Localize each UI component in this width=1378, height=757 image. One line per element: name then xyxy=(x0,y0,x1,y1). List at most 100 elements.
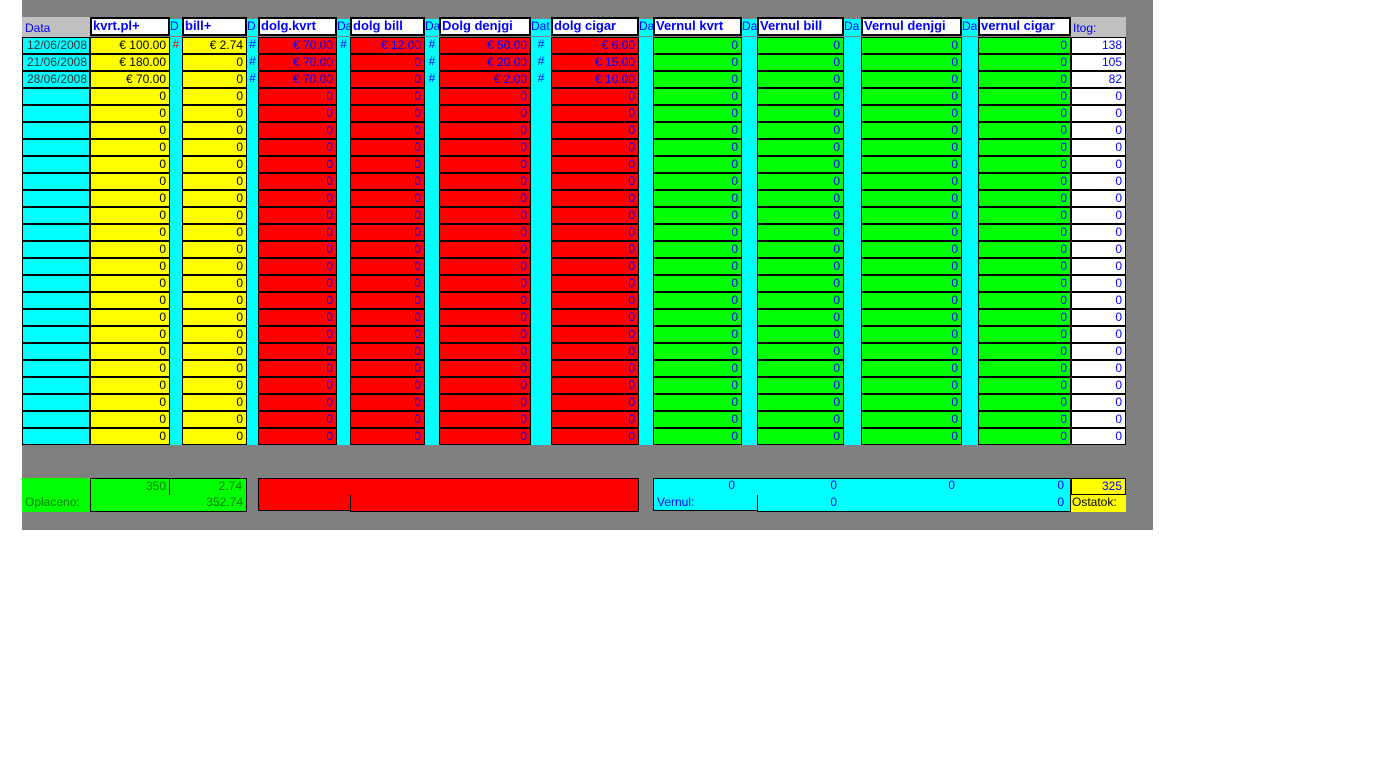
cell-dolg-denjgi[interactable]: 0 xyxy=(439,326,531,343)
cell-itog[interactable]: 0 xyxy=(1071,377,1126,394)
cell-vernul-cigar[interactable]: 0 xyxy=(978,326,1071,343)
cell-d5[interactable] xyxy=(531,88,551,105)
cell-dolg-cigar[interactable]: 0 xyxy=(551,105,639,122)
cell-d8[interactable] xyxy=(844,292,861,309)
cell-d6[interactable] xyxy=(639,292,653,309)
cell-vernul-denjgi[interactable]: 0 xyxy=(861,156,962,173)
cell-d1[interactable] xyxy=(170,343,182,360)
cell-vernul-bill[interactable]: 0 xyxy=(757,122,844,139)
total-vernul-cigar[interactable]: 0 xyxy=(978,478,1067,495)
cell-dolg-bill[interactable]: 0 xyxy=(350,309,425,326)
cell-d3[interactable] xyxy=(337,71,350,88)
cell-d5[interactable] xyxy=(531,377,551,394)
cell-dolg-cigar[interactable]: 0 xyxy=(551,241,639,258)
cell-d4[interactable] xyxy=(425,105,439,122)
cell-date[interactable] xyxy=(22,309,90,326)
cell-d4[interactable] xyxy=(425,139,439,156)
cell-d1[interactable] xyxy=(170,258,182,275)
header-data[interactable]: Data xyxy=(22,17,90,37)
cell-d8[interactable] xyxy=(844,139,861,156)
cell-date[interactable] xyxy=(22,190,90,207)
header-d2[interactable]: D xyxy=(247,19,258,36)
cell-dolg-bill[interactable]: 0 xyxy=(350,207,425,224)
cell-d2[interactable] xyxy=(247,88,258,105)
cell-vernul-cigar[interactable]: 0 xyxy=(978,105,1071,122)
cell-kvrt-pl[interactable]: 0 xyxy=(90,394,170,411)
cell-vernul-kvrt[interactable]: 0 xyxy=(653,173,742,190)
cell-d9[interactable] xyxy=(962,122,978,139)
cell-vernul-cigar[interactable]: 0 xyxy=(978,275,1071,292)
cell-dolg-denjgi[interactable]: € 50.00 xyxy=(439,37,531,54)
header-dolg-bill[interactable]: dolg bill xyxy=(350,17,425,36)
cell-vernul-bill[interactable]: 0 xyxy=(757,411,844,428)
cell-dolg-cigar[interactable]: 0 xyxy=(551,224,639,241)
cell-vernul-bill[interactable]: 0 xyxy=(757,275,844,292)
dolgi-bill-total[interactable]: 222 xyxy=(350,495,425,512)
cell-d9[interactable] xyxy=(962,190,978,207)
cell-itog[interactable]: 105 xyxy=(1071,54,1126,71)
cell-dolg-bill[interactable]: 0 xyxy=(350,343,425,360)
cell-bill[interactable]: 0 xyxy=(182,241,247,258)
cell-vernul-kvrt[interactable]: 0 xyxy=(653,156,742,173)
cell-d7[interactable] xyxy=(742,360,757,377)
cell-dolg-kvrt[interactable]: 0 xyxy=(258,275,337,292)
cell-itog[interactable]: 0 xyxy=(1071,139,1126,156)
cell-d4[interactable]: # xyxy=(425,37,439,54)
cell-d2[interactable] xyxy=(247,122,258,139)
cell-vernul-kvrt[interactable]: 0 xyxy=(653,292,742,309)
cell-bill[interactable]: 0 xyxy=(182,309,247,326)
cell-d8[interactable] xyxy=(844,326,861,343)
cell-d8[interactable] xyxy=(844,428,861,445)
cell-vernul-kvrt[interactable]: 0 xyxy=(653,54,742,71)
cell-d8[interactable] xyxy=(844,241,861,258)
cell-vernul-bill[interactable]: 0 xyxy=(757,207,844,224)
cell-d6[interactable] xyxy=(639,258,653,275)
cell-vernul-bill[interactable]: 0 xyxy=(757,360,844,377)
cell-kvrt-pl[interactable]: 0 xyxy=(90,241,170,258)
header-d7[interactable]: Da xyxy=(742,19,757,36)
cell-d7[interactable] xyxy=(742,173,757,190)
cell-d5[interactable]: # xyxy=(531,71,551,88)
cell-kvrt-pl[interactable]: 0 xyxy=(90,360,170,377)
cell-d4[interactable] xyxy=(425,292,439,309)
cell-d1[interactable] xyxy=(170,411,182,428)
cell-vernul-bill[interactable]: 0 xyxy=(757,37,844,54)
cell-dolg-kvrt[interactable]: 0 xyxy=(258,241,337,258)
cell-itog[interactable]: 0 xyxy=(1071,258,1126,275)
cell-dolg-kvrt[interactable]: 0 xyxy=(258,377,337,394)
cell-d8[interactable] xyxy=(844,88,861,105)
cell-dolg-kvrt[interactable]: 0 xyxy=(258,411,337,428)
cell-d2[interactable] xyxy=(247,377,258,394)
cell-d9[interactable] xyxy=(962,292,978,309)
cell-dolg-bill[interactable]: 0 xyxy=(350,326,425,343)
cell-d2[interactable] xyxy=(247,173,258,190)
cell-d1[interactable] xyxy=(170,326,182,343)
cell-d2[interactable] xyxy=(247,394,258,411)
cell-dolg-bill[interactable]: 0 xyxy=(350,71,425,88)
cell-d9[interactable] xyxy=(962,309,978,326)
cell-d1[interactable] xyxy=(170,105,182,122)
oplaceno-total[interactable]: 352.74 xyxy=(90,495,247,512)
cell-vernul-bill[interactable]: 0 xyxy=(757,377,844,394)
cell-dolg-denjgi[interactable]: 0 xyxy=(439,377,531,394)
cell-dolg-denjgi[interactable]: 0 xyxy=(439,411,531,428)
cell-vernul-cigar[interactable]: 0 xyxy=(978,54,1071,71)
cell-d1[interactable] xyxy=(170,156,182,173)
cell-dolg-kvrt[interactable]: 0 xyxy=(258,207,337,224)
cell-d9[interactable] xyxy=(962,326,978,343)
cell-vernul-cigar[interactable]: 0 xyxy=(978,71,1071,88)
cell-d7[interactable] xyxy=(742,122,757,139)
cell-d2[interactable] xyxy=(247,156,258,173)
cell-vernul-denjgi[interactable]: 0 xyxy=(861,71,962,88)
cell-d8[interactable] xyxy=(844,224,861,241)
cell-dolg-cigar[interactable]: 0 xyxy=(551,292,639,309)
cell-vernul-cigar[interactable]: 0 xyxy=(978,88,1071,105)
cell-d2[interactable]: # xyxy=(247,71,258,88)
cell-d5[interactable] xyxy=(531,428,551,445)
cell-dolg-bill[interactable]: 0 xyxy=(350,88,425,105)
cell-d1[interactable] xyxy=(170,173,182,190)
cell-d9[interactable] xyxy=(962,343,978,360)
cell-dolg-cigar[interactable]: € 10.00 xyxy=(551,71,639,88)
vernul-cigar-total[interactable]: 0 xyxy=(978,495,1067,512)
cell-d7[interactable] xyxy=(742,275,757,292)
